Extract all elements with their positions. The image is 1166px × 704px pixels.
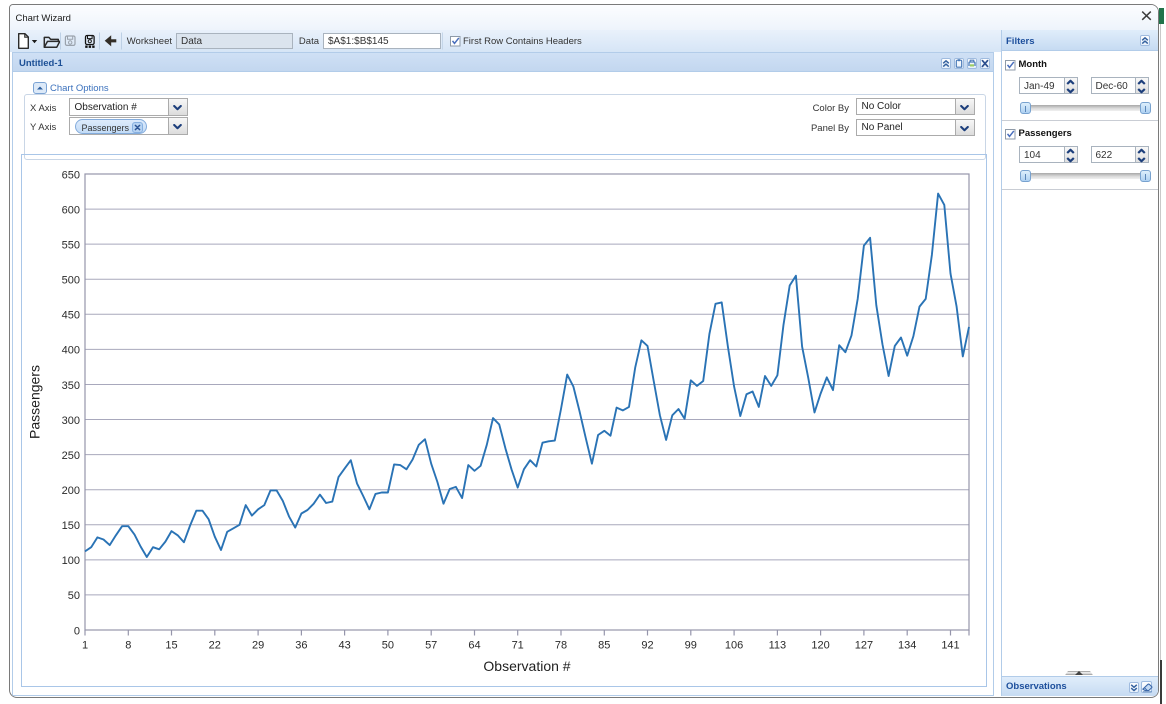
svg-text:550: 550 [62, 240, 80, 252]
svg-text:400: 400 [62, 345, 80, 357]
svg-text:120: 120 [811, 640, 829, 652]
svg-text:113: 113 [769, 640, 787, 652]
svg-text:650: 650 [62, 169, 80, 181]
svg-text:8: 8 [125, 640, 131, 652]
svg-text:250: 250 [62, 450, 80, 462]
svg-text:50: 50 [382, 640, 394, 652]
svg-text:99: 99 [685, 640, 697, 652]
svg-text:Passengers: Passengers [27, 365, 43, 439]
svg-text:450: 450 [62, 310, 80, 322]
svg-text:300: 300 [62, 415, 80, 427]
svg-text:0: 0 [74, 625, 80, 637]
svg-text:127: 127 [855, 640, 873, 652]
svg-text:141: 141 [941, 640, 959, 652]
svg-text:85: 85 [598, 640, 610, 652]
svg-text:64: 64 [468, 640, 480, 652]
svg-text:36: 36 [295, 640, 307, 652]
svg-text:50: 50 [68, 590, 80, 602]
svg-text:Observation #: Observation # [483, 658, 570, 674]
svg-text:92: 92 [641, 640, 653, 652]
svg-text:100: 100 [62, 555, 80, 567]
svg-text:600: 600 [62, 204, 80, 216]
svg-text:134: 134 [898, 640, 916, 652]
svg-text:57: 57 [425, 640, 437, 652]
svg-text:22: 22 [209, 640, 221, 652]
svg-text:78: 78 [555, 640, 567, 652]
svg-text:350: 350 [62, 380, 80, 392]
svg-text:500: 500 [62, 275, 80, 287]
svg-text:150: 150 [62, 520, 80, 532]
svg-text:106: 106 [725, 640, 743, 652]
svg-text:43: 43 [338, 640, 350, 652]
svg-text:71: 71 [512, 640, 524, 652]
svg-text:15: 15 [165, 640, 177, 652]
svg-text:29: 29 [252, 640, 264, 652]
svg-text:200: 200 [62, 485, 80, 497]
svg-text:1: 1 [82, 640, 88, 652]
